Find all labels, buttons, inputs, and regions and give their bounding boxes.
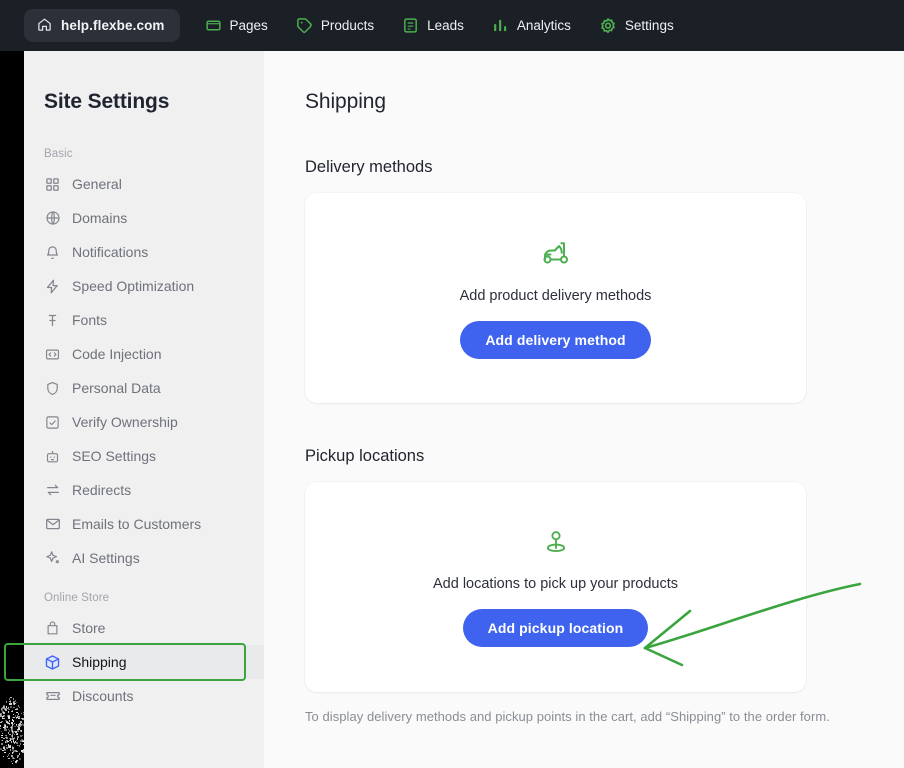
home-icon	[37, 17, 52, 35]
sidebar-label-shipping: Shipping	[72, 654, 127, 670]
nav-item-pages[interactable]: Pages	[191, 9, 282, 42]
code-icon	[44, 346, 61, 363]
top-nav-items: Pages Products Leads Analytics Settings	[191, 9, 688, 42]
sidebar-label-domains: Domains	[72, 210, 128, 226]
nav-item-settings[interactable]: Settings	[585, 9, 688, 42]
shield-icon	[44, 380, 61, 397]
leads-icon	[402, 17, 419, 34]
sidebar-item-discounts[interactable]: Discounts	[24, 679, 264, 713]
checkbox-icon	[44, 414, 61, 431]
delivery-empty-text: Add product delivery methods	[459, 287, 652, 304]
analytics-icon	[492, 17, 509, 34]
delivery-methods-card: Add product delivery methods Add deliver…	[305, 193, 806, 403]
box-icon	[44, 654, 61, 671]
sidebar-item-redirects[interactable]: Redirects	[24, 473, 264, 507]
sidebar-label-general: General	[72, 176, 122, 192]
site-url-label: help.flexbe.com	[61, 18, 165, 33]
sidebar-item-fonts[interactable]: Fonts	[24, 303, 264, 337]
main-content: Shipping Delivery methods Add product de…	[264, 51, 904, 768]
sidebar-item-store[interactable]: Store	[24, 611, 264, 645]
bell-icon	[44, 244, 61, 261]
sidebar-group-basic: General Domains Notifications Speed Opti…	[24, 167, 264, 575]
sparkle-icon	[44, 550, 61, 567]
map-pin-icon	[542, 528, 570, 561]
nav-label-settings: Settings	[624, 18, 674, 33]
pages-icon	[205, 17, 222, 34]
nav-item-leads[interactable]: Leads	[388, 9, 478, 42]
nav-item-analytics[interactable]: Analytics	[478, 9, 585, 42]
globe-icon	[44, 210, 61, 227]
sidebar-label-redirects: Redirects	[72, 482, 132, 498]
site-url-pill[interactable]: help.flexbe.com	[24, 9, 180, 42]
tag-icon	[296, 17, 313, 34]
sidebar-item-emails-to-customers[interactable]: Emails to Customers	[24, 507, 264, 541]
bolt-icon	[44, 278, 61, 295]
sidebar-label-store: Store	[72, 620, 106, 636]
bag-icon	[44, 620, 61, 637]
redirect-icon	[44, 482, 61, 499]
sidebar-label-verify-ownership: Verify Ownership	[72, 414, 178, 430]
nav-label-products: Products	[320, 18, 375, 33]
font-icon	[44, 312, 61, 329]
sidebar-item-verify-ownership[interactable]: Verify Ownership	[24, 405, 264, 439]
sidebar-item-speed-optimization[interactable]: Speed Optimization	[24, 269, 264, 303]
nav-label-analytics: Analytics	[516, 18, 571, 33]
sidebar-item-general[interactable]: General	[24, 167, 264, 201]
sidebar-item-ai-settings[interactable]: AI Settings	[24, 541, 264, 575]
sidebar-label-speed-optimization: Speed Optimization	[72, 278, 195, 294]
sidebar-group-label-basic: Basic	[44, 148, 73, 160]
top-navigation-bar: help.flexbe.com Pages Products Leads Ana…	[0, 0, 904, 51]
sidebar-item-seo-settings[interactable]: SEO Settings	[24, 439, 264, 473]
add-delivery-method-button[interactable]: Add delivery method	[460, 320, 651, 359]
sidebar-label-personal-data: Personal Data	[72, 380, 161, 396]
sidebar-item-personal-data[interactable]: Personal Data	[24, 371, 264, 405]
shipping-footnote: To display delivery methods and pickup p…	[305, 709, 830, 724]
sidebar-label-code-injection: Code Injection	[72, 346, 162, 362]
section-title-delivery-methods: Delivery methods	[305, 158, 433, 176]
sidebar-label-ai-settings: AI Settings	[72, 550, 140, 566]
pickup-locations-card: Add locations to pick up your products A…	[305, 482, 806, 692]
sidebar-item-domains[interactable]: Domains	[24, 201, 264, 235]
sidebar-item-notifications[interactable]: Notifications	[24, 235, 264, 269]
ticket-icon	[44, 688, 61, 705]
sidebar-label-discounts: Discounts	[72, 688, 134, 704]
gear-icon	[599, 17, 617, 35]
app-root: help.flexbe.com Pages Products Leads Ana…	[0, 0, 904, 768]
robot-icon	[44, 448, 61, 465]
sidebar-group-label-online-store: Online Store	[44, 592, 110, 604]
settings-sidebar: Site Settings Basic General Domains Noti…	[4, 51, 264, 768]
mail-icon	[44, 516, 61, 533]
section-title-pickup-locations: Pickup locations	[305, 447, 425, 465]
sidebar-group-online-store: Store Shipping Discounts	[4, 611, 264, 713]
grid-icon	[44, 176, 61, 193]
screen-artifact	[0, 694, 26, 768]
add-pickup-location-button[interactable]: Add pickup location	[462, 608, 649, 647]
pickup-empty-text: Add locations to pick up your products	[432, 575, 679, 592]
page-title: Shipping	[305, 90, 386, 113]
sidebar-label-seo-settings: SEO Settings	[72, 448, 157, 464]
nav-label-pages: Pages	[229, 18, 268, 33]
left-edge-strip	[0, 0, 24, 768]
scooter-icon	[541, 238, 571, 273]
sidebar-item-code-injection[interactable]: Code Injection	[24, 337, 264, 371]
sidebar-label-fonts: Fonts	[72, 312, 108, 328]
sidebar-title: Site Settings	[44, 90, 170, 113]
sidebar-item-shipping[interactable]: Shipping	[4, 643, 264, 681]
sidebar-label-emails-to-customers: Emails to Customers	[72, 516, 202, 532]
sidebar-label-notifications: Notifications	[72, 244, 149, 260]
nav-item-products[interactable]: Products	[282, 9, 388, 42]
nav-label-leads: Leads	[427, 18, 464, 33]
